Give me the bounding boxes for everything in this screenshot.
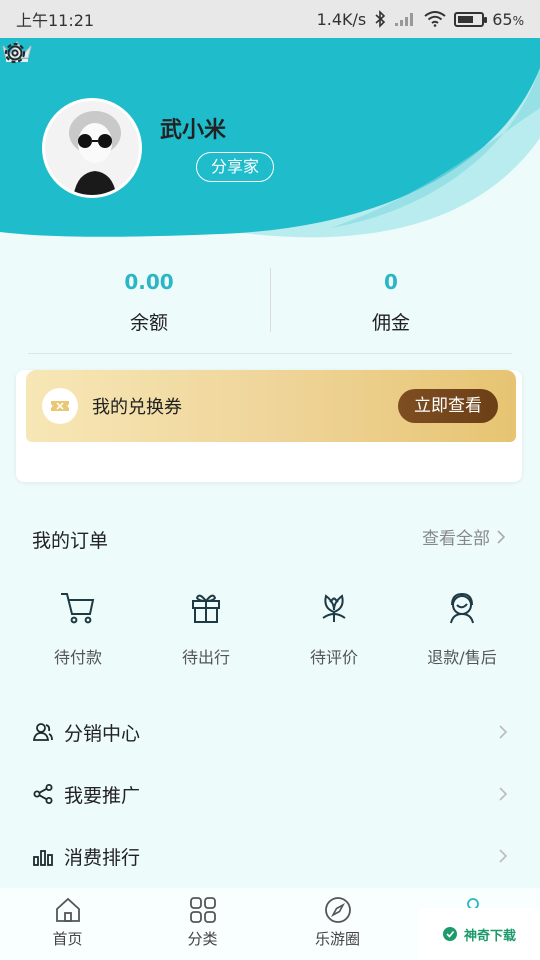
flower-icon [322, 594, 346, 622]
watermark-text: 神奇下载 [463, 928, 516, 944]
level-badge: 分享家 [196, 152, 275, 182]
chevron-right-icon [497, 529, 506, 544]
commission-value: 0 [384, 270, 398, 294]
user-name: 武小米 [160, 118, 227, 143]
service-icon [450, 592, 474, 624]
view-now-button[interactable]: 立即查看 [398, 389, 498, 423]
compass-icon [324, 897, 351, 923]
divider [28, 353, 512, 354]
orders-title: 我的订单 [32, 530, 109, 552]
menu-promote[interactable]: 我要推广 [32, 774, 508, 814]
voucher-label: 我的兑换券 [92, 397, 182, 418]
watermark: 神奇下载 [418, 908, 540, 960]
order-item-label: 退款/售后 [427, 648, 497, 667]
voucher-banner[interactable]: 我的兑换券 立即查看 [26, 370, 516, 442]
users-icon [32, 723, 53, 741]
commission-label: 佣金 [371, 312, 410, 334]
status-bar: 上午11:21 1.4K/s 65% [0, 0, 540, 38]
menu-label: 分销中心 [64, 722, 141, 745]
gear-icon[interactable] [0, 38, 30, 68]
order-refund-service[interactable]: 退款/售后 [398, 590, 526, 680]
nav-home[interactable]: 首页 [0, 888, 135, 960]
grid-icon [189, 897, 216, 923]
wifi-icon [424, 11, 446, 27]
nav-label: 首页 [52, 930, 83, 948]
chevron-right-icon [499, 725, 508, 739]
avatar[interactable] [42, 98, 142, 198]
status-time: 上午11:21 [16, 11, 95, 30]
nav-label: 分类 [187, 930, 218, 948]
share-icon [33, 784, 53, 804]
network-speed: 1.4K/s [316, 9, 367, 29]
profile-header: 武小米 分享家 [0, 38, 540, 268]
battery-percent: 65% [492, 9, 524, 29]
balance-label: 余额 [129, 312, 168, 334]
signal-icon [395, 13, 414, 26]
menu-label: 消费排行 [64, 846, 141, 869]
bluetooth-icon [375, 10, 386, 28]
order-item-label: 待出行 [181, 648, 230, 667]
stats-divider [270, 268, 271, 332]
nav-categories[interactable]: 分类 [135, 888, 270, 960]
order-item-label: 待评价 [309, 648, 358, 667]
order-pending-payment[interactable]: 待付款 [14, 590, 142, 680]
order-pending-travel[interactable]: 待出行 [142, 590, 270, 680]
watermark-logo-icon [442, 927, 457, 941]
nav-label: 乐游圈 [314, 930, 360, 948]
home-icon [55, 897, 80, 922]
status-indicators: 1.4K/s 65% [317, 10, 524, 29]
battery-icon [454, 11, 488, 27]
order-status-grid: 待付款 待出行 待评价 退款/售后 [14, 590, 526, 680]
order-item-label: 待付款 [53, 648, 102, 667]
account-stats: 0.00 余额 0 佣金 [28, 262, 512, 352]
menu-spending-ranking[interactable]: 消费排行 [32, 836, 508, 876]
balance-value: 0.00 [124, 270, 174, 294]
cart-icon [61, 593, 95, 624]
chevron-right-icon [499, 787, 508, 801]
bar-chart-icon [33, 850, 53, 866]
gift-icon [192, 594, 220, 623]
commission-stat[interactable]: 0 佣金 [270, 262, 512, 352]
chevron-right-icon [499, 849, 508, 863]
battery-level [458, 15, 473, 23]
menu-label: 我要推广 [64, 784, 141, 807]
order-pending-review[interactable]: 待评价 [270, 590, 398, 680]
balance-stat[interactable]: 0.00 余额 [28, 262, 270, 352]
view-all-label: 查看全部 [422, 529, 490, 549]
menu-distribution-center[interactable]: 分销中心 [32, 712, 508, 752]
ticket-icon [42, 388, 78, 424]
nav-travel-circle[interactable]: 乐游圈 [270, 888, 405, 960]
avatar-illustration [45, 101, 139, 195]
view-all-orders-link[interactable]: 查看全部 [422, 524, 506, 549]
